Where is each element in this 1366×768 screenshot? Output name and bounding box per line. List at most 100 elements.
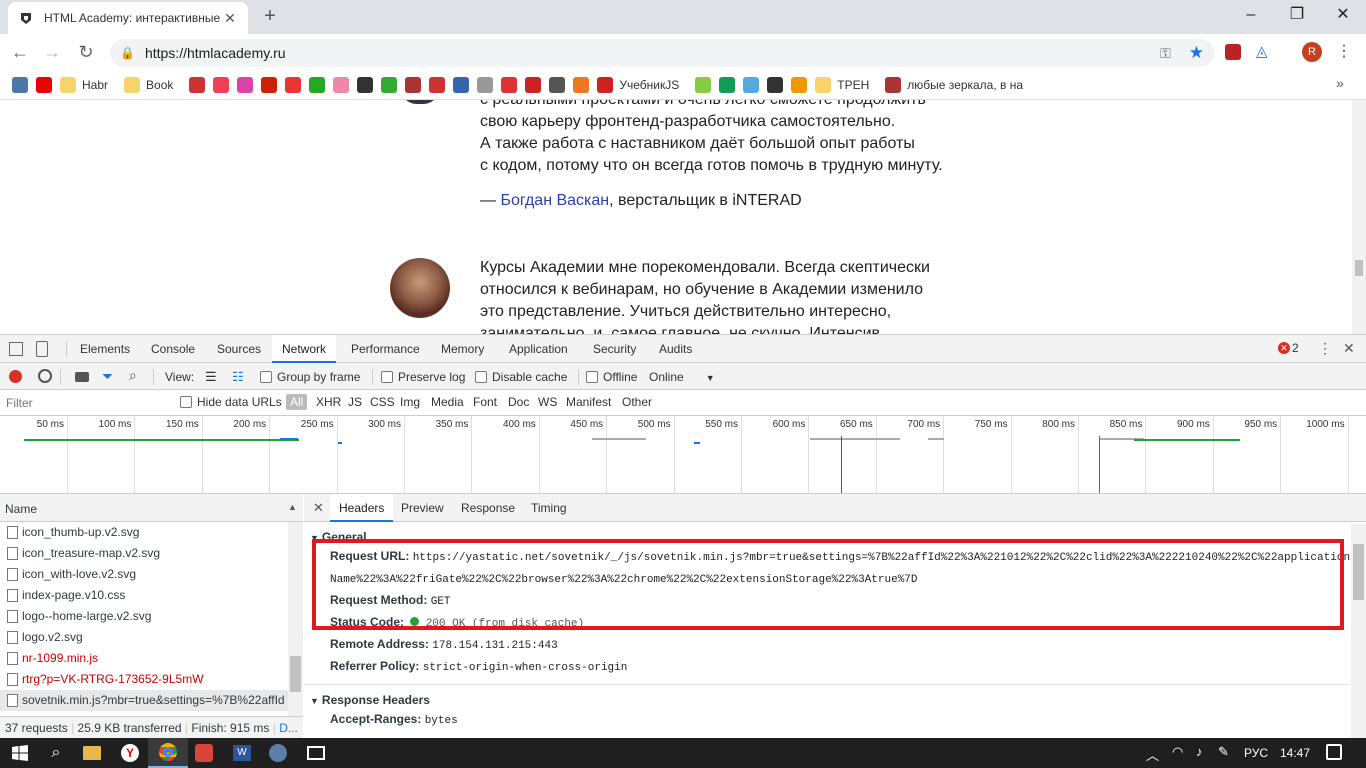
- disable-cache-checkbox[interactable]: Disable cache: [475, 370, 567, 384]
- bookmark-item[interactable]: [357, 74, 375, 96]
- request-list-scrollbar-thumb[interactable]: [290, 656, 301, 692]
- type-filter-other[interactable]: Other: [622, 395, 652, 409]
- tab-console[interactable]: Console: [151, 335, 195, 363]
- type-filter-all[interactable]: All: [286, 394, 308, 410]
- bookmark-item[interactable]: [285, 74, 303, 96]
- bookmark-item[interactable]: [791, 74, 809, 96]
- inspect-element-icon[interactable]: [9, 342, 23, 356]
- clock[interactable]: 14:47: [1280, 746, 1310, 760]
- bookmark-item[interactable]: [767, 74, 785, 96]
- request-row[interactable]: icon_with-love.v2.svg: [0, 564, 288, 585]
- photos-icon[interactable]: [296, 738, 336, 768]
- tab-elements[interactable]: Elements: [80, 335, 130, 363]
- tab-performance[interactable]: Performance: [351, 335, 420, 363]
- close-detail-icon[interactable]: ✕: [313, 500, 324, 516]
- detail-scrollbar[interactable]: [1351, 524, 1366, 739]
- type-filter-xhr[interactable]: XHR: [316, 395, 341, 409]
- type-filter-css[interactable]: CSS: [370, 395, 395, 409]
- page-scrollbar-thumb[interactable]: [1355, 260, 1363, 276]
- address-bar[interactable]: 🔒 https://htmlacademy.ru ⚿ ★: [110, 39, 1214, 67]
- wifi-icon[interactable]: ◠: [1172, 744, 1183, 760]
- bookmark-item[interactable]: [525, 74, 543, 96]
- tab-network[interactable]: Network: [272, 335, 337, 363]
- bookmark-item[interactable]: ТРЕН: [815, 74, 879, 96]
- error-icon[interactable]: ✕: [1278, 342, 1290, 354]
- tab-audits[interactable]: Audits: [659, 335, 692, 363]
- request-list-scrollbar[interactable]: [288, 522, 303, 717]
- record-icon[interactable]: [9, 370, 22, 383]
- bookmark-item[interactable]: [477, 74, 495, 96]
- bookmark-item[interactable]: [309, 74, 327, 96]
- device-toggle-icon[interactable]: [36, 341, 48, 357]
- tab-application[interactable]: Application: [509, 335, 568, 363]
- reload-button[interactable]: ↻: [76, 42, 96, 62]
- tab-security[interactable]: Security: [593, 335, 636, 363]
- preserve-log-checkbox[interactable]: Preserve log: [381, 370, 465, 384]
- tray-chevron-icon[interactable]: ︿: [1146, 745, 1159, 764]
- language-indicator[interactable]: РУС: [1244, 746, 1268, 760]
- bookmark-item[interactable]: Book: [124, 74, 183, 96]
- menu-dots-icon[interactable]: ⋮: [1336, 42, 1352, 62]
- bookmark-item[interactable]: [333, 74, 351, 96]
- word-icon[interactable]: W: [222, 738, 262, 768]
- error-count[interactable]: 2: [1292, 341, 1299, 355]
- response-headers-section-header[interactable]: ▼ Response Headers: [310, 693, 430, 707]
- type-filter-manifest[interactable]: Manifest: [566, 395, 611, 409]
- tab-memory[interactable]: Memory: [441, 335, 484, 363]
- offline-checkbox[interactable]: Offline: [586, 370, 637, 384]
- type-filter-ws[interactable]: WS: [538, 395, 557, 409]
- author-link[interactable]: Богдан Васкан: [500, 192, 609, 209]
- extension-ublock-icon[interactable]: [1225, 44, 1241, 60]
- type-filter-js[interactable]: JS: [348, 395, 362, 409]
- bookmark-item[interactable]: УчебникJS: [597, 74, 689, 96]
- maximize-button[interactable]: ❐: [1274, 0, 1320, 30]
- bookmark-item[interactable]: [549, 74, 567, 96]
- bookmark-item[interactable]: [189, 74, 207, 96]
- screenshot-camera-icon[interactable]: [75, 372, 89, 382]
- bookmark-item[interactable]: [381, 74, 399, 96]
- request-row[interactable]: icon_treasure-map.v2.svg: [0, 543, 288, 564]
- detail-tab-headers[interactable]: Headers: [330, 494, 394, 522]
- profile-avatar[interactable]: R: [1302, 42, 1322, 62]
- bookmark-item[interactable]: Habr: [60, 74, 118, 96]
- bookmark-item[interactable]: любые зеркала, в на: [885, 74, 1033, 96]
- type-filter-font[interactable]: Font: [473, 395, 497, 409]
- bookmark-item[interactable]: [743, 74, 761, 96]
- throttle-select[interactable]: Online ▼: [649, 370, 715, 384]
- waterfall-view-icon[interactable]: ☷: [232, 369, 244, 385]
- detail-tab-timing[interactable]: Timing: [531, 494, 567, 522]
- windows-start-icon[interactable]: [0, 738, 40, 768]
- type-filter-doc[interactable]: Doc: [508, 395, 529, 409]
- bookmark-item[interactable]: [36, 74, 54, 96]
- bookmark-item[interactable]: [453, 74, 471, 96]
- clear-icon[interactable]: [38, 369, 52, 383]
- new-tab-button[interactable]: +: [258, 6, 282, 28]
- close-window-button[interactable]: ✕: [1320, 0, 1366, 30]
- bookmarks-overflow-icon[interactable]: »: [1336, 75, 1344, 91]
- request-row[interactable]: logo.v2.svg: [0, 627, 288, 648]
- request-row[interactable]: rtrg?p=VK-RTRG-173652-9L5mW: [0, 669, 288, 690]
- page-scrollbar[interactable]: [1352, 100, 1366, 334]
- tab-close-icon[interactable]: ✕: [222, 10, 238, 27]
- chrome-icon[interactable]: [148, 738, 188, 768]
- app-gear-icon[interactable]: [258, 738, 298, 768]
- request-row[interactable]: sovetnik.min.js?mbr=true&settings=%7B%22…: [0, 690, 288, 711]
- bookmark-item[interactable]: [12, 74, 30, 96]
- detail-scrollbar-thumb[interactable]: [1353, 544, 1364, 600]
- back-button[interactable]: ←: [10, 42, 30, 62]
- bookmark-item[interactable]: [719, 74, 737, 96]
- input-method-icon[interactable]: ✎: [1218, 744, 1229, 760]
- name-column-header[interactable]: Name ▲: [0, 494, 303, 522]
- bookmark-star-icon[interactable]: ★: [1189, 43, 1204, 63]
- devtools-menu-icon[interactable]: ⋮: [1318, 340, 1332, 357]
- type-filter-img[interactable]: Img: [400, 395, 420, 409]
- yandex-browser-icon[interactable]: Y: [110, 738, 150, 768]
- file-explorer-icon[interactable]: [72, 738, 112, 768]
- notifications-icon[interactable]: [1326, 744, 1342, 760]
- request-row[interactable]: nr-1099.min.js: [0, 648, 288, 669]
- key-icon[interactable]: ⚿: [1160, 45, 1171, 62]
- filter-input[interactable]: [2, 393, 167, 413]
- request-row[interactable]: logo--home-large.v2.svg: [0, 606, 288, 627]
- bookmark-item[interactable]: [237, 74, 255, 96]
- bookmark-item[interactable]: [213, 74, 231, 96]
